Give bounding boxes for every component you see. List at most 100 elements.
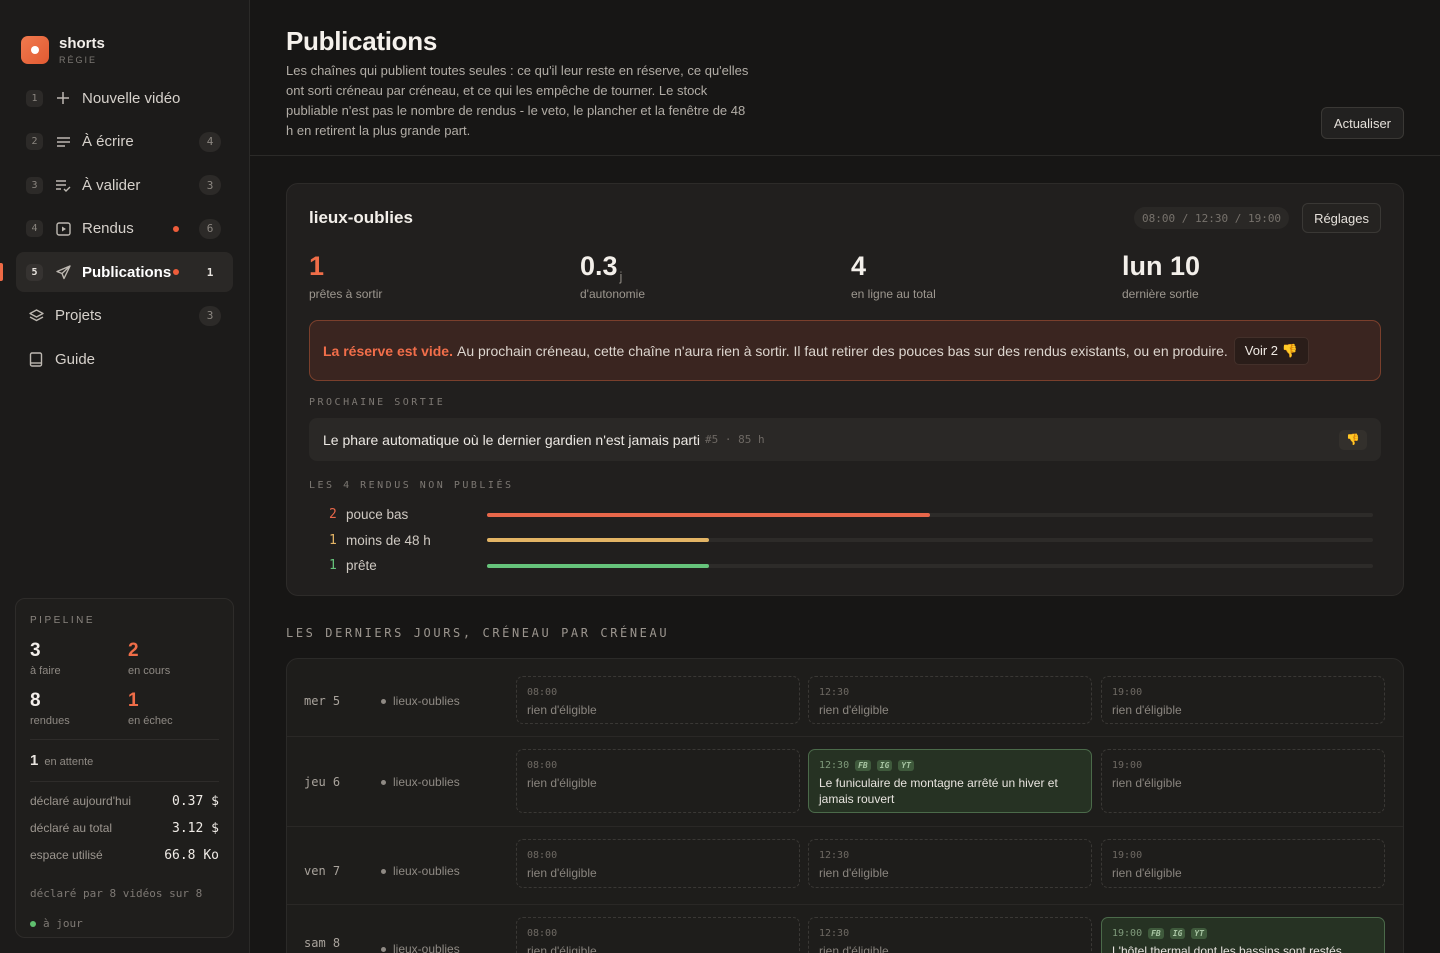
stat-label: d'autonomie	[580, 287, 646, 301]
alert-dot-icon	[173, 269, 179, 275]
stat-block: 1 prêtes à sortir	[309, 251, 580, 301]
days-section-title: LES DERNIERS JOURS, CRÉNEAU PAR CRÉNEAU	[286, 626, 670, 640]
pipeline-inprogress: 2 en cours	[128, 640, 226, 677]
slot-text: rien d'éligible	[1112, 776, 1182, 790]
slot-cell[interactable]: 19:00 rien d'éligible	[1101, 839, 1385, 888]
lines-icon	[55, 134, 71, 150]
shortcut-badge: 5	[26, 263, 43, 281]
slot-cell[interactable]: 08:00 rien d'éligible	[516, 917, 800, 953]
pipeline-waiting-label: en attente	[44, 756, 94, 768]
platform-tag: FB	[855, 759, 871, 771]
slot-cell[interactable]: 08:00 rien d'éligible	[516, 839, 800, 888]
sidebar-item-label: Guide	[55, 350, 96, 368]
pipeline-metric: déclaré aujourd'hui 0.37 $	[30, 794, 219, 809]
channel-name: lieux-oublies	[309, 208, 413, 227]
list-check-icon	[55, 177, 71, 193]
stat-unit: j	[619, 269, 623, 284]
see-thumbs-down-button[interactable]: Voir 2 👎	[1233, 336, 1309, 365]
slot-text: rien d'éligible	[527, 944, 597, 953]
slot-text: rien d'éligible	[819, 703, 889, 717]
pipeline-waiting-count: 1	[30, 752, 39, 769]
days-table: mer 5 lieux-oublies 08:00 rien d'éligible 12…	[286, 658, 1404, 953]
stat-value: lun 10	[1122, 251, 1393, 282]
brand-subtitle: RÉGIE	[59, 55, 98, 65]
brand[interactable]: shorts RÉGIE	[0, 0, 249, 78]
slot-cell[interactable]: 08:00 rien d'éligible	[516, 749, 800, 813]
status-dot-icon	[30, 920, 36, 927]
alert-title: La réserve est vide.	[323, 342, 453, 359]
day-channel-name: lieux-oublies	[393, 864, 460, 878]
thumbs-down-icon[interactable]: 👎	[1339, 429, 1367, 450]
slot-time-label: 19:00	[1112, 927, 1143, 939]
slot-time-label: 12:30	[819, 849, 850, 861]
page-title: Publications	[286, 26, 437, 56]
slot-time: 08:00	[527, 757, 789, 773]
sidebar-nav: 1 Nouvelle vidéo 2 À écrire 4 3 À valider 3 4 Ren…	[0, 78, 249, 379]
slot-cell[interactable]: 19:00 rien d'éligible	[1101, 676, 1385, 724]
breakdown-row[interactable]: 2 pouce bas	[309, 502, 1381, 528]
day-row: ven 7 lieux-oublies 08:00 rien d'éligible 12…	[287, 827, 1403, 905]
breakdown-bar-track	[487, 512, 1373, 517]
pipeline-inprogress-count: 2	[128, 640, 139, 661]
day-row: sam 8 lieux-oublies 08:00 rien d'éligible 12…	[287, 905, 1403, 953]
platform-tag: IG	[1169, 927, 1186, 939]
slot-time-label: 08:00	[527, 686, 558, 698]
sync-status-label: à jour	[43, 917, 83, 930]
next-release-item[interactable]: Le phare automatique où le dernier gardi…	[309, 418, 1381, 461]
sidebar-item-guide[interactable]: Guide	[16, 339, 233, 379]
slot-time: 19:00 FB IG YT	[1112, 925, 1374, 941]
pipeline-todo: 3 à faire	[30, 640, 128, 677]
count-badge: 3	[199, 175, 221, 195]
day-label: jeu 6	[304, 775, 341, 789]
shortcut-badge: 2	[26, 133, 43, 150]
slot-cell[interactable]: 12:30 rien d'éligible	[808, 917, 1092, 953]
sidebar-item-rendus[interactable]: 4 Rendus 6	[16, 209, 233, 249]
slot-cell[interactable]: 12:30 rien d'éligible	[808, 839, 1092, 888]
slot-cell[interactable]: 19:00 rien d'éligible	[1101, 749, 1385, 813]
breakdown-row[interactable]: 1 moins de 48 h	[309, 528, 1381, 554]
stat-number: 4	[851, 251, 867, 281]
slot-cell[interactable]: 08:00 rien d'éligible	[516, 676, 800, 724]
sidebar-item-a-ecrire[interactable]: 2 À écrire 4	[16, 122, 233, 162]
slot-time: 19:00	[1112, 684, 1374, 700]
sidebar-item-publications[interactable]: 5 Publications 1	[0, 252, 233, 292]
slot-time: 12:30 FB IG YT	[819, 757, 1081, 773]
slot-time: 08:00	[527, 925, 789, 941]
slot-text: rien d'éligible	[819, 944, 889, 953]
pipeline-metric: déclaré au total 3.12 $	[30, 821, 219, 836]
metric-label: déclaré aujourd'hui	[30, 794, 132, 808]
day-channel-name: lieux-oublies	[393, 942, 460, 953]
breakdown-count: 2	[329, 507, 337, 523]
refresh-button[interactable]: Actualiser	[1320, 107, 1404, 139]
day-label: mer 5	[304, 694, 341, 708]
breakdown-bar-fill	[487, 512, 930, 517]
pipeline-waiting: 1 en attente	[30, 752, 219, 769]
pipeline-footnote: déclaré par 8 vidéos sur 8	[30, 887, 203, 900]
next-release-meta: #5 · 85 h	[705, 433, 765, 446]
sidebar-item-a-valider[interactable]: 3 À valider 3	[16, 165, 233, 205]
platform-tag: FB	[1148, 927, 1164, 939]
breakdown-row[interactable]: 1 prête	[309, 553, 1381, 579]
slot-time-label: 19:00	[1112, 686, 1143, 698]
slot-text: rien d'éligible	[527, 776, 597, 790]
main-content: Publications Les chaînes qui publient to…	[250, 0, 1440, 953]
sidebar-item-nouvelle-video[interactable]: 1 Nouvelle vidéo	[16, 78, 233, 118]
slot-text: rien d'éligible	[527, 703, 597, 717]
count-badge: 3	[199, 305, 221, 326]
slot-cell[interactable]: 12:30 FB IG YT Le funiculaire de montagne ar…	[808, 749, 1092, 813]
slot-cell[interactable]: 19:00 FB IG YT L'hôtel thermal dont les bass…	[1101, 917, 1385, 953]
pipeline-todo-count: 3	[30, 640, 41, 661]
slot-time: 19:00	[1112, 847, 1374, 863]
send-icon	[55, 264, 71, 280]
breakdown-bar-fill	[487, 563, 709, 568]
settings-button[interactable]: Réglages	[1302, 203, 1381, 233]
channel-dot-icon	[381, 868, 386, 874]
divider	[30, 781, 219, 782]
breakdown-bar-track	[487, 563, 1373, 568]
stat-number: lun 10	[1122, 251, 1201, 281]
metric-value: 66.8 Ko	[164, 848, 219, 863]
slot-cell[interactable]: 12:30 rien d'éligible	[808, 676, 1092, 724]
breakdown-label: moins de 48 h	[346, 532, 431, 548]
count-badge: 6	[199, 218, 221, 239]
sidebar-item-projets[interactable]: Projets 3	[16, 296, 233, 336]
